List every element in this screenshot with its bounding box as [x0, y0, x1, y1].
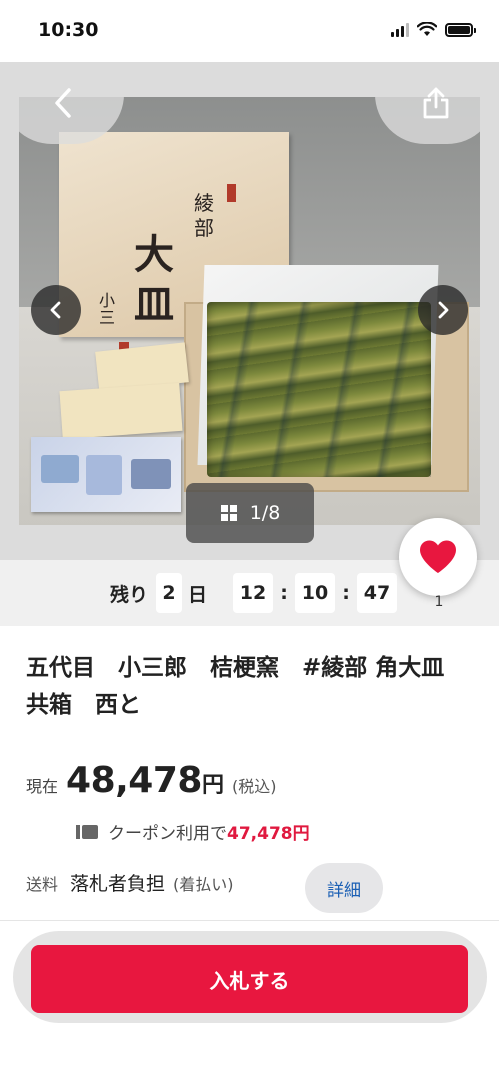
- timer-days: 2: [156, 573, 183, 613]
- coupon-price: 47,478円: [227, 824, 310, 844]
- image-counter-text: 1/8: [249, 502, 281, 524]
- current-price: 現在 48,478 円 (税込): [26, 760, 276, 801]
- shipping-label: 送料: [26, 874, 59, 894]
- chevron-right-icon: [438, 301, 449, 319]
- divider: [0, 920, 499, 921]
- image-gallery[interactable]: 大 皿 綾 部 小 三 1/8: [0, 62, 499, 560]
- price-unit: 円: [201, 773, 224, 798]
- timer-days-unit: 日: [188, 583, 208, 606]
- chevron-left-icon: [55, 88, 71, 118]
- status-time: 10:30: [38, 19, 99, 41]
- timer-minutes: 10: [295, 573, 336, 613]
- item-photo: 大 皿 綾 部 小 三: [19, 97, 480, 525]
- price-label: 現在: [26, 777, 59, 796]
- coupon-price-row: クーポン利用で 47,478円: [76, 819, 310, 844]
- shipping-detail-button[interactable]: 詳細: [305, 863, 383, 913]
- shipping-row: 送料 落札者負担 (着払い): [26, 869, 234, 896]
- previous-image-button[interactable]: [31, 285, 81, 335]
- leaflet-image: [31, 437, 181, 512]
- shipping-note: (着払い): [173, 874, 234, 894]
- image-counter[interactable]: 1/8: [186, 483, 314, 543]
- coupon-icon: [76, 824, 98, 839]
- document-image-2: [59, 382, 183, 440]
- share-icon: [423, 87, 449, 119]
- coupon-text: クーポン利用で: [108, 824, 227, 844]
- dish-image: [207, 302, 431, 477]
- countdown-timer: 残り 2 日 12 : 10 : 47: [110, 573, 398, 613]
- watch-button[interactable]: [399, 518, 477, 596]
- chevron-left-icon: [50, 301, 61, 319]
- tax-note: (税込): [231, 777, 277, 796]
- timer-seconds: 47: [357, 573, 398, 613]
- next-image-button[interactable]: [418, 285, 468, 335]
- grid-icon: [220, 505, 237, 521]
- status-bar: 10:30: [0, 0, 499, 62]
- timer-hours: 12: [233, 573, 274, 613]
- heart-icon: [420, 540, 456, 573]
- battery-icon: [445, 22, 476, 37]
- watch-count: 1: [434, 594, 444, 610]
- shipping-value: 落札者負担: [70, 873, 166, 895]
- timer-colon: :: [280, 582, 288, 604]
- price-value: 48,478: [66, 760, 202, 801]
- item-title: 五代目 小三郎 桔梗窯 #綾部 角大皿 共箱 西と: [26, 655, 468, 718]
- status-icons: [391, 22, 476, 37]
- bid-button[interactable]: 入札する: [31, 945, 468, 1013]
- signal-icon: [391, 22, 409, 37]
- back-button[interactable]: [2, 62, 124, 144]
- share-button[interactable]: [375, 62, 497, 144]
- wifi-icon: [417, 22, 437, 36]
- timer-label: 残り: [110, 583, 149, 606]
- timer-colon: :: [342, 582, 350, 604]
